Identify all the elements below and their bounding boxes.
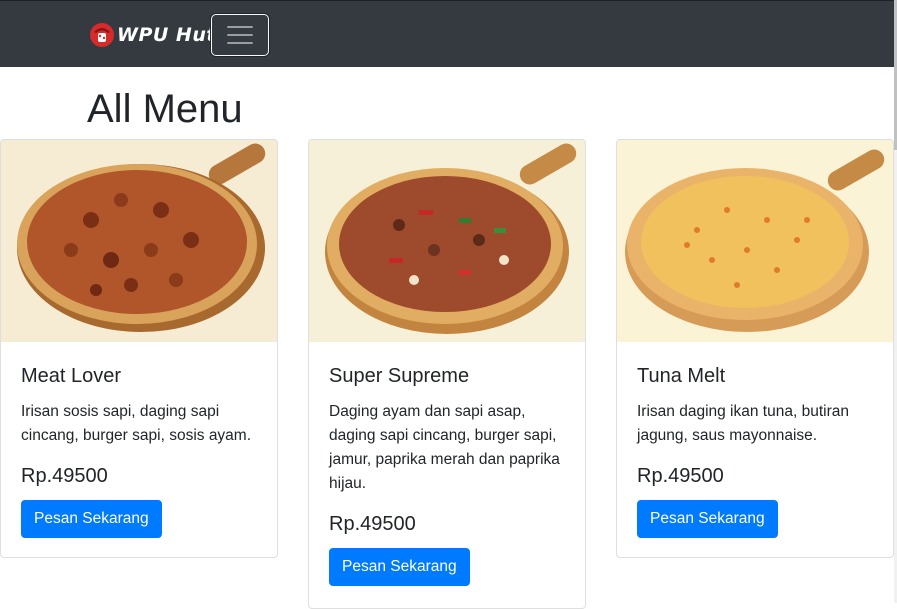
- meat-lover-pizza-image: [1, 140, 277, 342]
- tuna-melt-pizza-image: [617, 140, 893, 342]
- menu-item-description: Irisan sosis sapi, daging sapi cincang, …: [21, 403, 252, 444]
- menu-item-name: Super Supreme: [329, 365, 470, 387]
- page-title: All Menu: [87, 87, 243, 131]
- pizza-logo-icon: [90, 23, 114, 47]
- super-supreme-pizza-image: [309, 140, 585, 342]
- navbar-brand[interactable]: WPU Hut: [89, 21, 216, 49]
- hamburger-menu-icon: [227, 26, 253, 44]
- menu-item-price: Rp.49500: [21, 465, 108, 487]
- menu-item-name: Tuna Melt: [637, 365, 726, 387]
- menu-card-super-supreme: Super Supreme Daging ayam dan sapi asap,…: [308, 139, 586, 609]
- menu-item-description: Daging ayam dan sapi asap, daging sapi c…: [329, 403, 560, 492]
- menu-card-tuna-melt: Tuna Melt Irisan daging ikan tuna, butir…: [616, 139, 894, 558]
- menu-item-price: Rp.49500: [637, 465, 724, 487]
- menu-item-price: Rp.49500: [329, 513, 416, 535]
- order-now-button[interactable]: Pesan Sekarang: [329, 548, 470, 586]
- brand-name: WPU Hut: [117, 24, 216, 46]
- menu-item-description: Irisan daging ikan tuna, butiran jagung,…: [637, 403, 849, 444]
- menu-card-meat-lover: Meat Lover Irisan sosis sapi, daging sap…: [0, 139, 278, 558]
- navbar: WPU Hut: [0, 0, 894, 67]
- menu-item-name: Meat Lover: [21, 365, 122, 387]
- order-now-button[interactable]: Pesan Sekarang: [637, 500, 778, 538]
- navbar-toggler-button[interactable]: [211, 14, 269, 56]
- order-now-button[interactable]: Pesan Sekarang: [21, 500, 162, 538]
